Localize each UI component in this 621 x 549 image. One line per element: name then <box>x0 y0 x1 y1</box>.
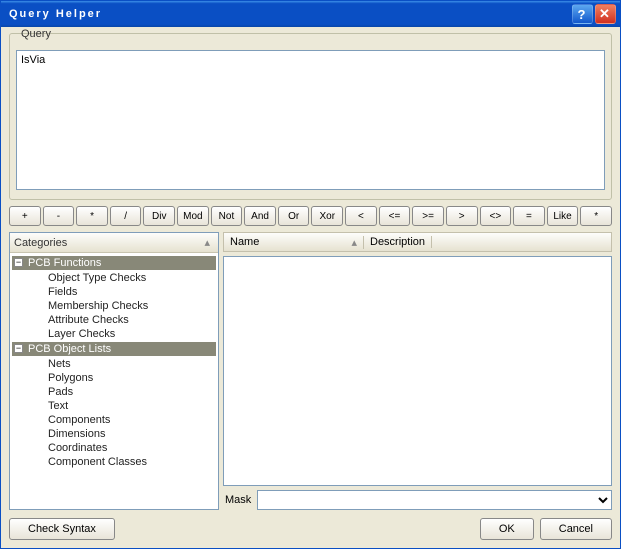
footer-right: OK Cancel <box>480 518 612 540</box>
tree-item[interactable]: Components <box>12 413 216 427</box>
op-neq-button[interactable]: <> <box>480 206 512 226</box>
ok-button[interactable]: OK <box>480 518 534 540</box>
tree-item[interactable]: Attribute Checks <box>12 313 216 327</box>
list-body[interactable] <box>223 256 612 486</box>
check-syntax-button[interactable]: Check Syntax <box>9 518 115 540</box>
titlebar: Query Helper ? ✕ <box>1 1 620 27</box>
collapse-icon[interactable]: − <box>14 344 23 353</box>
sort-asc-icon: ▴ <box>200 236 214 249</box>
mask-row: Mask <box>223 490 612 510</box>
op-intdiv-button[interactable]: Div <box>143 206 175 226</box>
op-and-button[interactable]: And <box>244 206 276 226</box>
window-title: Query Helper <box>9 8 570 20</box>
tree-item[interactable]: Text <box>12 399 216 413</box>
name-column-header[interactable]: Name ▴ <box>224 236 364 249</box>
tree-group-pcb-object-lists[interactable]: − PCB Object Lists <box>12 342 216 356</box>
query-input[interactable] <box>16 50 605 190</box>
mask-label: Mask <box>223 494 251 506</box>
op-minus-button[interactable]: - <box>43 206 75 226</box>
op-plus-button[interactable]: + <box>9 206 41 226</box>
content-area: Query + - * / Div Mod Not And Or Xor < <… <box>1 27 620 548</box>
collapse-icon[interactable]: − <box>14 258 23 267</box>
op-lte-button[interactable]: <= <box>379 206 411 226</box>
tree-item[interactable]: Coordinates <box>12 441 216 455</box>
desc-column-header[interactable]: Description <box>364 236 432 248</box>
list-header: Name ▴ Description <box>223 232 612 252</box>
lower-panels: Categories ▴ − PCB Functions Object Type… <box>9 232 612 510</box>
tree-item[interactable]: Nets <box>12 357 216 371</box>
tree-item[interactable]: Polygons <box>12 371 216 385</box>
tree-item[interactable]: Layer Checks <box>12 327 216 341</box>
tree-item[interactable]: Object Type Checks <box>12 271 216 285</box>
close-button[interactable]: ✕ <box>595 4 616 24</box>
help-button[interactable]: ? <box>572 4 593 24</box>
mask-select[interactable] <box>257 490 612 510</box>
tree-group-pcb-functions[interactable]: − PCB Functions <box>12 256 216 270</box>
categories-panel: Categories ▴ − PCB Functions Object Type… <box>9 232 219 510</box>
op-or-button[interactable]: Or <box>278 206 310 226</box>
right-panel: Name ▴ Description Mask <box>223 232 612 510</box>
tree-item[interactable]: Dimensions <box>12 427 216 441</box>
op-xor-button[interactable]: Xor <box>311 206 343 226</box>
sort-asc-icon: ▴ <box>351 236 357 249</box>
op-gt-button[interactable]: > <box>446 206 478 226</box>
tree-item[interactable]: Membership Checks <box>12 299 216 313</box>
query-group: Query <box>9 33 612 200</box>
query-helper-window: Query Helper ? ✕ Query + - * / Div Mod N… <box>0 0 621 549</box>
categories-header[interactable]: Categories ▴ <box>10 233 218 253</box>
op-not-button[interactable]: Not <box>211 206 243 226</box>
op-mult-button[interactable]: * <box>76 206 108 226</box>
op-gte-button[interactable]: >= <box>412 206 444 226</box>
tree-group-label: PCB Object Lists <box>28 343 111 355</box>
tree-item[interactable]: Fields <box>12 285 216 299</box>
tree-item[interactable]: Pads <box>12 385 216 399</box>
op-lt-button[interactable]: < <box>345 206 377 226</box>
tree-item[interactable]: Component Classes <box>12 455 216 469</box>
op-star-button[interactable]: * <box>580 206 612 226</box>
footer: Check Syntax OK Cancel <box>9 514 612 540</box>
op-like-button[interactable]: Like <box>547 206 579 226</box>
cancel-button[interactable]: Cancel <box>540 518 612 540</box>
op-eq-button[interactable]: = <box>513 206 545 226</box>
tree-group-label: PCB Functions <box>28 257 101 269</box>
categories-tree[interactable]: − PCB Functions Object Type Checks Field… <box>10 253 218 509</box>
operator-row: + - * / Div Mod Not And Or Xor < <= >= >… <box>9 204 612 228</box>
op-div-button[interactable]: / <box>110 206 142 226</box>
categories-header-label: Categories <box>14 237 200 249</box>
op-mod-button[interactable]: Mod <box>177 206 209 226</box>
